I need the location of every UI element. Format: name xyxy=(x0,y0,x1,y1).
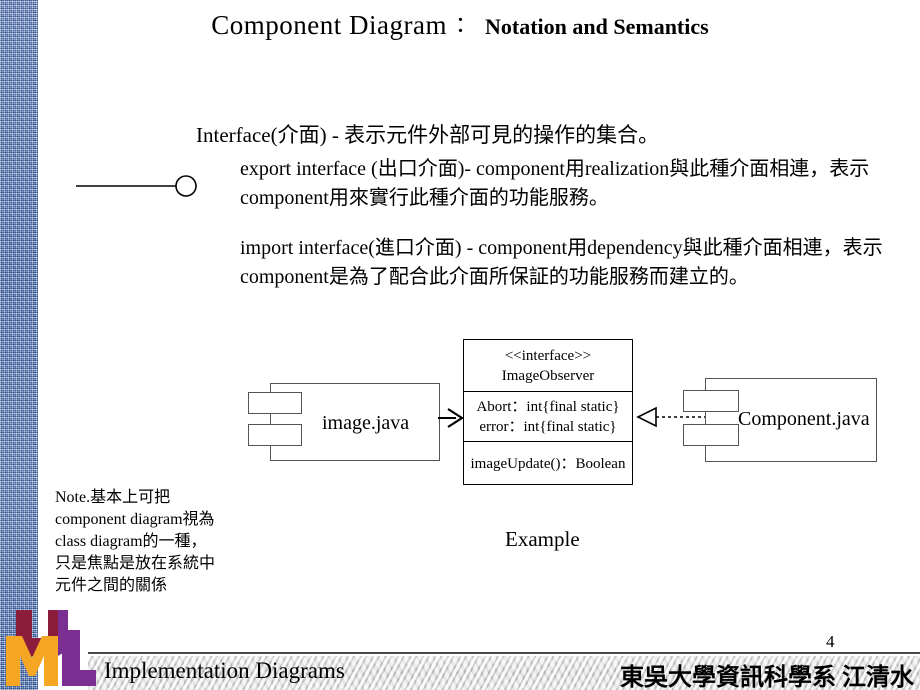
component-stub-upper-left xyxy=(248,392,302,414)
dependency-arrow-icon xyxy=(438,406,466,430)
interface-attribute-abort: Abort：int{final static} xyxy=(476,399,620,415)
interface-stereotype: <<interface>> xyxy=(504,348,592,364)
component-stub-lower-left xyxy=(248,424,302,446)
interface-attribute-error: error：int{final static} xyxy=(479,419,617,435)
export-interface-paragraph: export interface (出口介面)- component用reali… xyxy=(240,158,870,209)
footer-section-title: Implementation Diagrams xyxy=(104,658,345,683)
note-line-2: component diagram視為 xyxy=(55,511,215,528)
lollipop-interface-icon xyxy=(76,172,206,200)
note-line-3: class diagram的一種， xyxy=(55,533,207,550)
component-stub-upper-right xyxy=(683,390,739,412)
uml-logo-icon xyxy=(2,606,98,690)
interface-operations-section: imageUpdate()：Boolean xyxy=(464,442,632,486)
interface-attributes-section: Abort：int{final static} error：int{final … xyxy=(464,392,632,442)
import-interface-paragraph: import interface(進口介面) - component用depen… xyxy=(240,237,883,288)
note-line-4: 只是焦點是放在系統中 xyxy=(55,555,216,572)
interface-name: ImageObserver xyxy=(501,368,595,384)
note-line-5: 元件之間的關係 xyxy=(55,577,168,594)
title-main-text: Component Diagram xyxy=(211,10,447,40)
slide-title: Component Diagram ： Notation and Semantics xyxy=(0,9,920,41)
note-line-1: Note.基本上可把 xyxy=(55,489,171,506)
decorative-sidebar-texture xyxy=(0,0,38,690)
component-label-component-java: Component.java xyxy=(738,408,870,430)
footer-affiliation: 東吳大學資訊科學系 江清水 xyxy=(620,665,914,690)
slide-canvas: Component Diagram ： Notation and Semantics… xyxy=(0,0,920,690)
note-block: Note.基本上可把 component diagram視為 class dia… xyxy=(55,487,270,597)
page-number: 4 xyxy=(826,632,835,651)
interface-header-section: <<interface>> ImageObserver xyxy=(464,340,632,392)
component-label-image-java: image.java xyxy=(322,412,410,434)
component-stub-lower-right xyxy=(683,424,739,446)
footer-divider-rule xyxy=(88,652,920,654)
title-subtitle-text: Notation and Semantics xyxy=(485,14,709,39)
title-colon: ： xyxy=(455,12,478,37)
interface-definition-line: Interface(介面) - 表示元件外部可見的操作的集合。 xyxy=(196,123,660,147)
interface-class-box: <<interface>> ImageObserver Abort：int{fi… xyxy=(463,339,633,485)
example-caption: Example xyxy=(505,527,580,551)
footer-bar: Implementation Diagrams 東吳大學資訊科學系 江清水 xyxy=(88,656,920,690)
interface-operation-imageupdate: imageUpdate()：Boolean xyxy=(470,456,626,472)
